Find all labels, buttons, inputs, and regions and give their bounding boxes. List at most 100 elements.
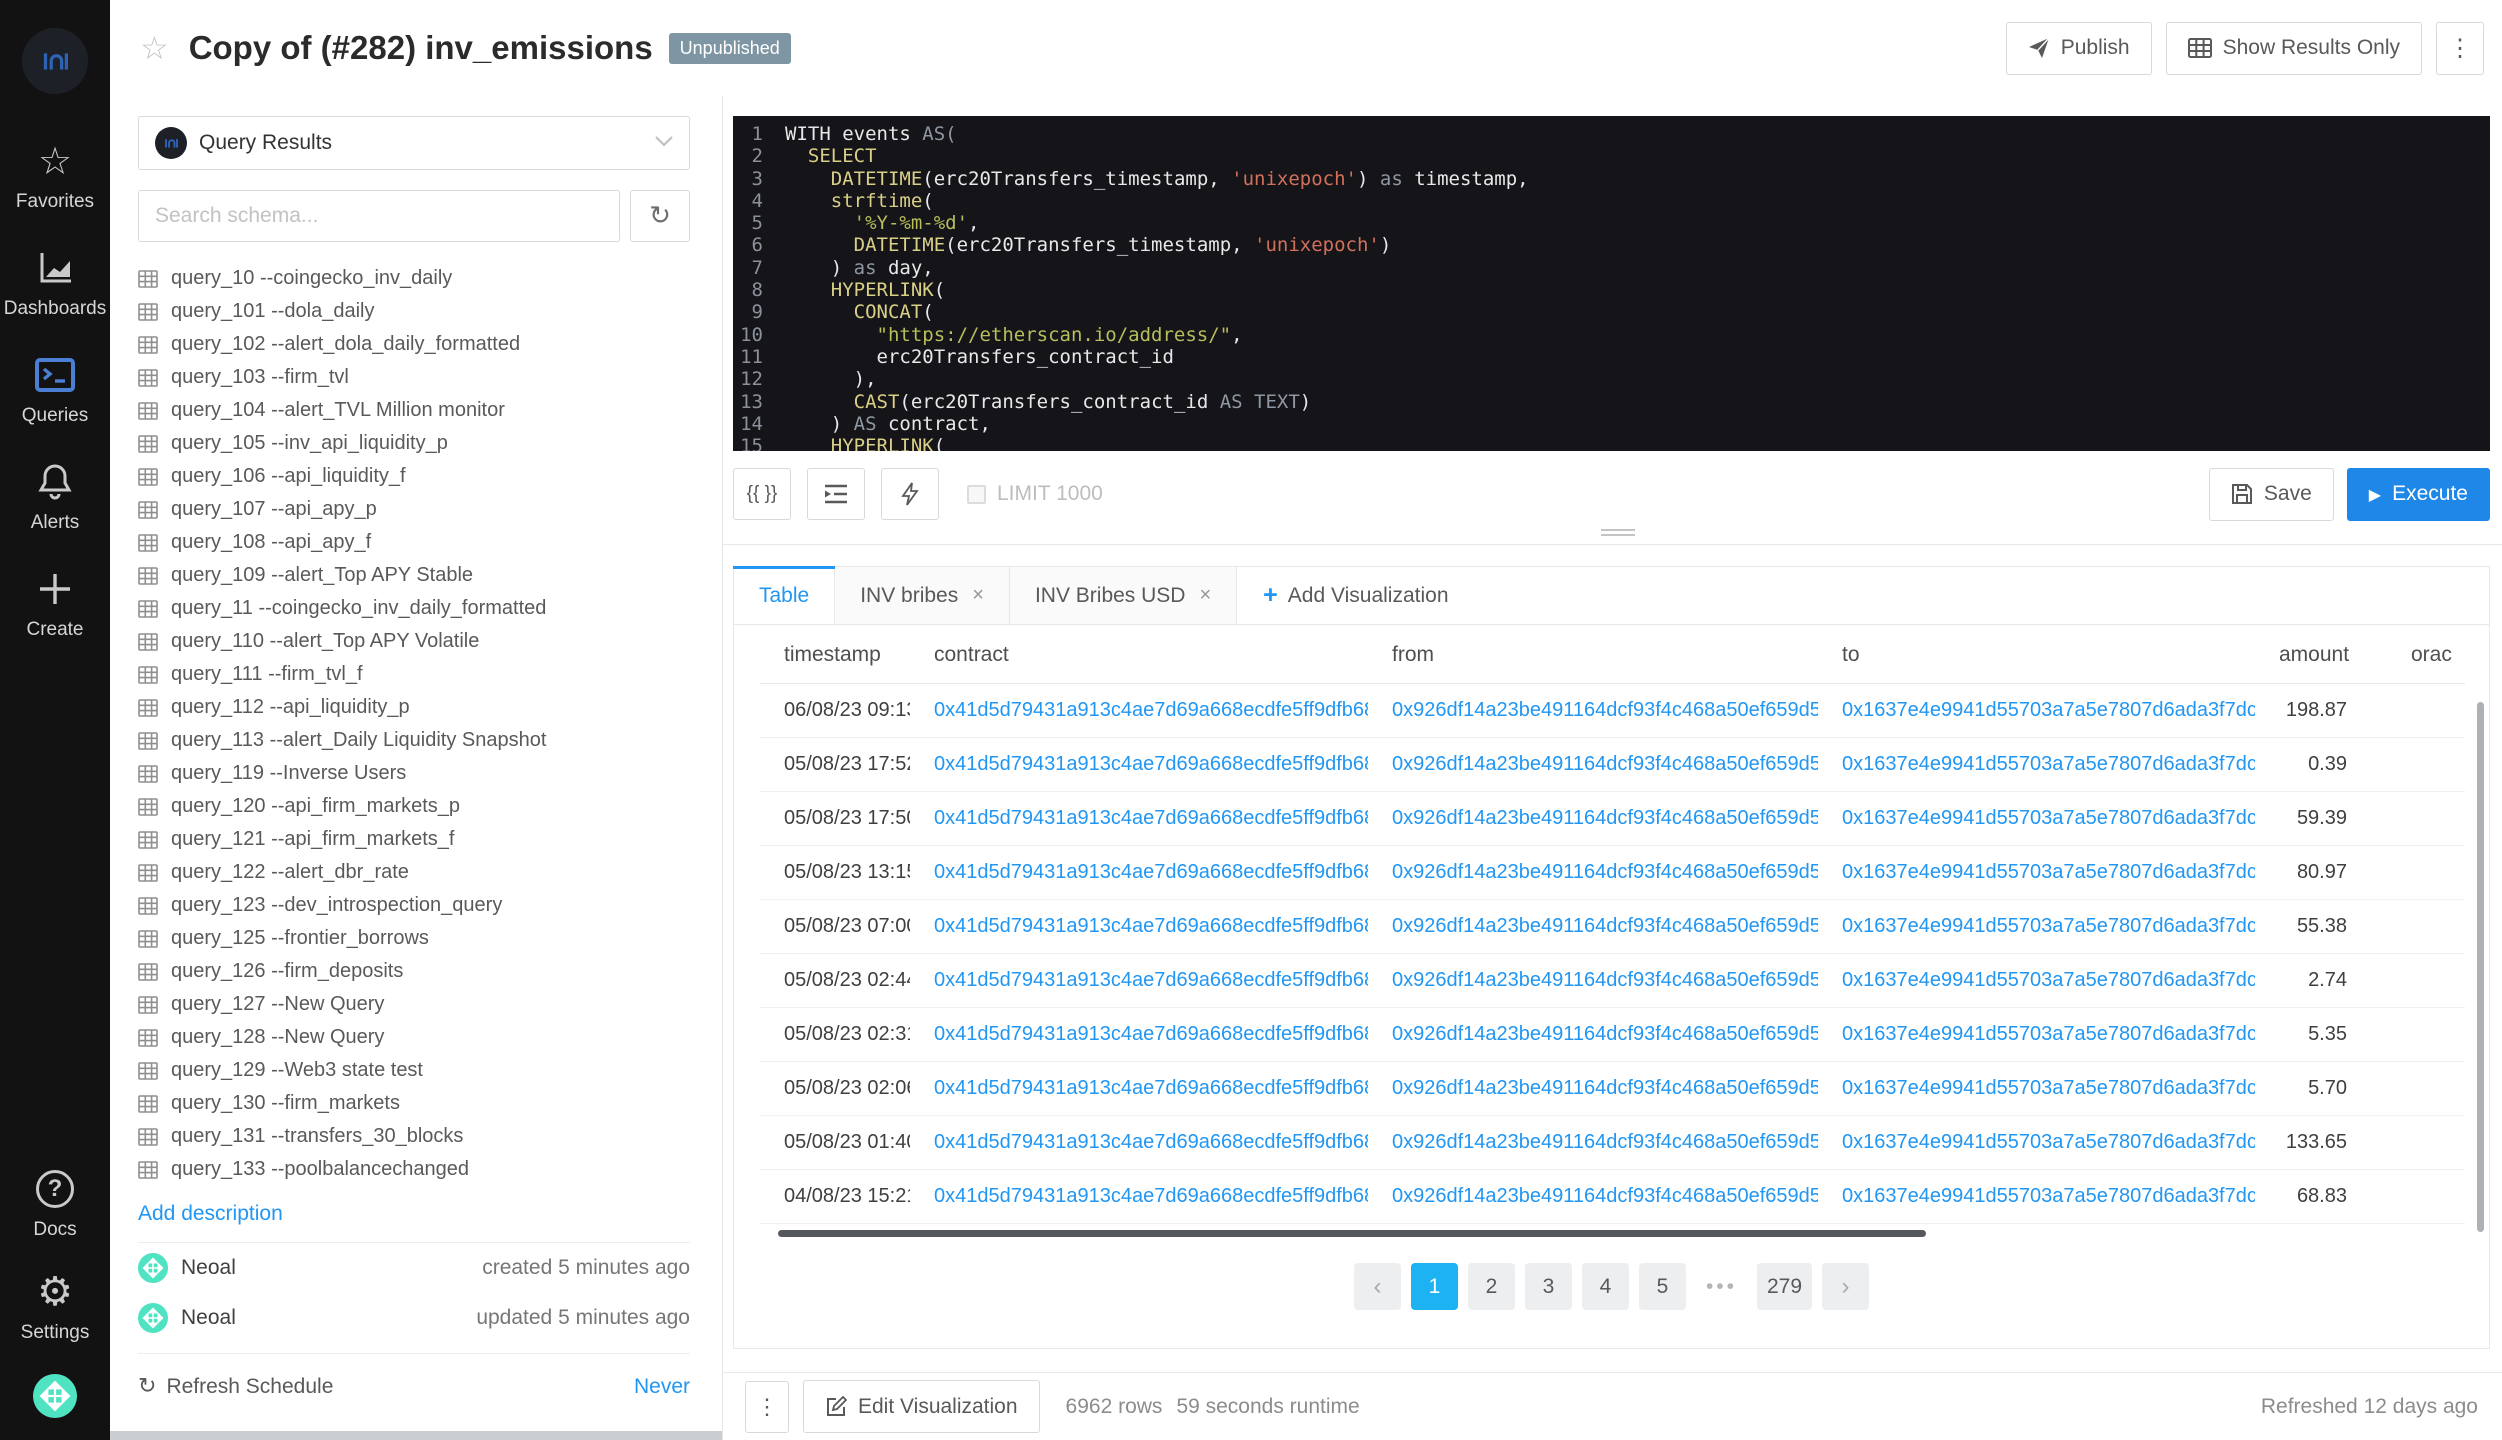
column-header-contract[interactable]: contract [910,625,1368,684]
autocomplete-button[interactable] [881,468,939,520]
sidebar-item-alerts[interactable]: Alerts [31,461,80,534]
refresh-schedule-value-link[interactable]: Never [634,1375,690,1399]
schema-table-item[interactable]: query_131 --transfers_30_blocks [138,1120,690,1153]
search-schema-input[interactable] [138,190,620,242]
address-link[interactable]: 0x41d5d79431a913c4ae7d69a668ecdfe5ff9dfb… [934,1077,1368,1099]
sidebar-item-queries[interactable]: Queries [22,354,89,427]
address-link[interactable]: 0x926df14a23be491164dcf93f4c468a50ef659d… [1392,1077,1818,1099]
column-header-orac[interactable]: orac [2355,625,2465,684]
schema-table-item[interactable]: query_105 --inv_api_liquidity_p [138,427,690,460]
execute-button[interactable]: ▶ Execute [2347,468,2490,521]
schema-table-item[interactable]: query_119 --Inverse Users [138,757,690,790]
user-avatar[interactable] [33,1374,77,1418]
resize-drag-handle[interactable] [1601,526,1635,538]
column-header-from[interactable]: from [1368,625,1818,684]
schema-table-item[interactable]: query_130 --firm_markets [138,1087,690,1120]
schema-table-item[interactable]: query_123 --dev_introspection_query [138,889,690,922]
schema-table-item[interactable]: query_129 --Web3 state test [138,1054,690,1087]
schema-table-item[interactable]: query_101 --dola_daily [138,295,690,328]
schema-table-item[interactable]: query_102 --alert_dola_daily_formatted [138,328,690,361]
column-header-amount[interactable]: amount [2255,625,2355,684]
page-button-4[interactable]: 4 [1582,1263,1629,1310]
sidebar-item-create[interactable]: Create [26,568,83,641]
address-link[interactable]: 0x926df14a23be491164dcf93f4c468a50ef659d… [1392,915,1818,937]
updater-name[interactable]: Neoal [181,1306,236,1330]
address-link[interactable]: 0x41d5d79431a913c4ae7d69a668ecdfe5ff9dfb… [934,807,1368,829]
results-kebab-button[interactable]: ⋮ [745,1381,789,1433]
schema-table-item[interactable]: query_11 --coingecko_inv_daily_formatted [138,592,690,625]
page-button-1[interactable]: 1 [1411,1263,1458,1310]
schema-table-item[interactable]: query_103 --firm_tvl [138,361,690,394]
address-link[interactable]: 0x41d5d79431a913c4ae7d69a668ecdfe5ff9dfb… [934,1023,1368,1045]
save-button[interactable]: Save [2209,468,2334,521]
redash-logo[interactable] [22,28,88,94]
address-link[interactable]: 0x41d5d79431a913c4ae7d69a668ecdfe5ff9dfb… [934,1131,1368,1153]
address-link[interactable]: 0x41d5d79431a913c4ae7d69a668ecdfe5ff9dfb… [934,861,1368,883]
address-link[interactable]: 0x926df14a23be491164dcf93f4c468a50ef659d… [1392,807,1818,829]
sidebar-item-docs[interactable]: ? Docs [33,1168,76,1241]
schema-table-item[interactable]: query_121 --api_firm_markets_f [138,823,690,856]
address-link[interactable]: 0x41d5d79431a913c4ae7d69a668ecdfe5ff9dfb… [934,915,1368,937]
schema-table-item[interactable]: query_110 --alert_Top APY Volatile [138,625,690,658]
schema-table-item[interactable]: query_133 --poolbalancechanged [138,1153,690,1186]
table-horizontal-scrollbar[interactable] [778,1230,1926,1237]
schema-table-item[interactable]: query_112 --api_liquidity_p [138,691,690,724]
schema-table-item[interactable]: query_126 --firm_deposits [138,955,690,988]
result-tab-table[interactable]: Table [734,567,835,624]
schema-table-item[interactable]: query_104 --alert_TVL Million monitor [138,394,690,427]
refresh-schema-button[interactable]: ↻ [630,190,690,242]
address-link[interactable]: 0x926df14a23be491164dcf93f4c468a50ef659d… [1392,1023,1818,1045]
schema-table-item[interactable]: query_127 --New Query [138,988,690,1021]
panel-horizontal-scrollbar[interactable] [110,1431,722,1440]
sidebar-item-settings[interactable]: ⚙ Settings [21,1271,90,1344]
format-query-button[interactable] [807,468,865,520]
next-page-button[interactable]: › [1822,1263,1869,1310]
edit-visualization-button[interactable]: Edit Visualization [803,1380,1040,1433]
favorite-star-icon[interactable]: ☆ [140,29,169,67]
address-link[interactable]: 0x926df14a23be491164dcf93f4c468a50ef659d… [1392,753,1818,775]
schema-table-item[interactable]: query_106 --api_liquidity_f [138,460,690,493]
schema-table-item[interactable]: query_125 --frontier_borrows [138,922,690,955]
address-link[interactable]: 0x1637e4e9941d55703a7a5e7807d6ada3f7dcd6… [1842,1185,2255,1207]
result-tab-inv-bribes[interactable]: INV bribes× [835,567,1010,624]
sidebar-item-favorites[interactable]: ☆ Favorites [16,140,94,213]
address-link[interactable]: 0x1637e4e9941d55703a7a5e7807d6ada3f7dcd6… [1842,753,2255,775]
table-vertical-scrollbar[interactable] [2477,702,2484,1232]
page-button-279[interactable]: 279 [1757,1263,1812,1310]
address-link[interactable]: 0x41d5d79431a913c4ae7d69a668ecdfe5ff9dfb… [934,753,1368,775]
schema-table-item[interactable]: query_122 --alert_dbr_rate [138,856,690,889]
limit-checkbox[interactable] [967,485,986,504]
address-link[interactable]: 0x1637e4e9941d55703a7a5e7807d6ada3f7dcd6… [1842,1023,2255,1045]
prev-page-button[interactable]: ‹ [1354,1263,1401,1310]
address-link[interactable]: 0x1637e4e9941d55703a7a5e7807d6ada3f7dcd6… [1842,1131,2255,1153]
address-link[interactable]: 0x41d5d79431a913c4ae7d69a668ecdfe5ff9dfb… [934,1185,1368,1207]
address-link[interactable]: 0x926df14a23be491164dcf93f4c468a50ef659d… [1392,861,1818,883]
column-header-timestamp[interactable]: timestamp [760,625,910,684]
publish-button[interactable]: Publish [2006,22,2152,75]
schema-table-item[interactable]: query_113 --alert_Daily Liquidity Snapsh… [138,724,690,757]
sql-editor[interactable]: 1WITH events AS(2 SELECT3 DATETIME(erc20… [733,116,2490,451]
address-link[interactable]: 0x1637e4e9941d55703a7a5e7807d6ada3f7dcd6… [1842,915,2255,937]
address-link[interactable]: 0x41d5d79431a913c4ae7d69a668ecdfe5ff9dfb… [934,969,1368,991]
close-tab-icon[interactable]: × [972,584,984,607]
show-results-only-button[interactable]: Show Results Only [2166,22,2422,75]
column-header-to[interactable]: to [1818,625,2255,684]
address-link[interactable]: 0x1637e4e9941d55703a7a5e7807d6ada3f7dcd6… [1842,1077,2255,1099]
address-link[interactable]: 0x1637e4e9941d55703a7a5e7807d6ada3f7dcd6… [1842,861,2255,883]
insert-parameter-button[interactable]: {{ }} [733,468,791,520]
schema-table-item[interactable]: query_111 --firm_tvl_f [138,658,690,691]
more-actions-kebab-button[interactable]: ⋮ [2436,22,2484,75]
close-tab-icon[interactable]: × [1199,584,1211,607]
address-link[interactable]: 0x1637e4e9941d55703a7a5e7807d6ada3f7dcd6… [1842,969,2255,991]
address-link[interactable]: 0x926df14a23be491164dcf93f4c468a50ef659d… [1392,1131,1818,1153]
add-description-link[interactable]: Add description [138,1202,283,1226]
creator-name[interactable]: Neoal [181,1256,236,1280]
address-link[interactable]: 0x926df14a23be491164dcf93f4c468a50ef659d… [1392,969,1818,991]
page-button-3[interactable]: 3 [1525,1263,1572,1310]
result-tab-inv-bribes-usd[interactable]: INV Bribes USD× [1010,567,1237,624]
schema-table-item[interactable]: query_108 --api_apy_f [138,526,690,559]
add-visualization-button[interactable]: +Add Visualization [1237,567,1474,624]
address-link[interactable]: 0x1637e4e9941d55703a7a5e7807d6ada3f7dcd6… [1842,807,2255,829]
address-link[interactable]: 0x926df14a23be491164dcf93f4c468a50ef659d… [1392,1185,1818,1207]
schema-table-item[interactable]: query_120 --api_firm_markets_p [138,790,690,823]
